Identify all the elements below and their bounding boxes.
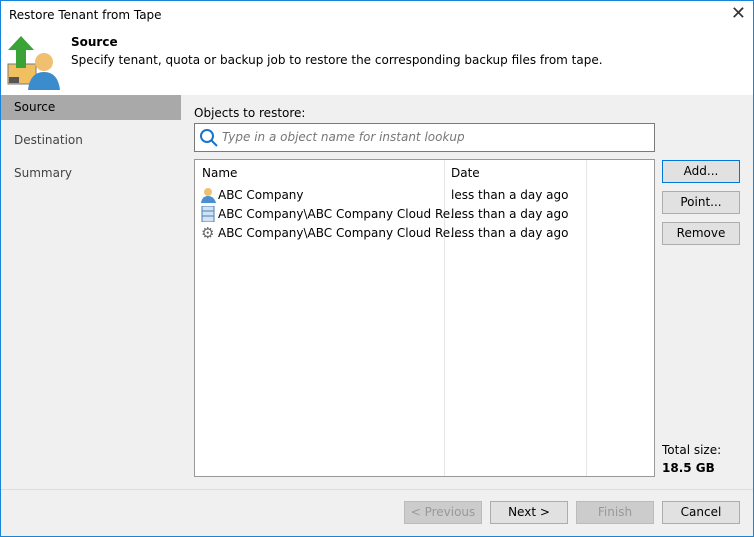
- objects-label: Objects to restore:: [194, 106, 306, 120]
- previous-button[interactable]: < Previous: [404, 501, 482, 524]
- next-button[interactable]: Next >: [490, 501, 568, 524]
- step-destination[interactable]: Destination: [1, 128, 181, 153]
- search-placeholder: Type in a object name for instant lookup: [222, 130, 465, 144]
- window-title: Restore Tenant from Tape: [9, 8, 162, 22]
- tenant-icon: [201, 187, 216, 203]
- table-row[interactable]: ABC Company less than a day ago: [195, 186, 654, 205]
- table-row[interactable]: ⚙ ABC Company\ABC Company Cloud Re... less…: [195, 224, 654, 243]
- column-date[interactable]: Date: [451, 166, 480, 180]
- column-name[interactable]: Name: [202, 166, 237, 180]
- point-button[interactable]: Point...: [662, 191, 740, 214]
- step-source[interactable]: Source: [1, 95, 181, 120]
- table-row[interactable]: ABC Company\ABC Company Cloud Re... less …: [195, 205, 654, 224]
- step-summary[interactable]: Summary: [1, 161, 181, 186]
- cancel-button[interactable]: Cancel: [662, 501, 740, 524]
- gear-icon: ⚙: [201, 224, 215, 242]
- close-icon[interactable]: ✕: [731, 3, 746, 24]
- restore-tenant-icon: [7, 36, 60, 90]
- add-button[interactable]: Add...: [662, 160, 740, 183]
- repository-icon: [201, 205, 216, 223]
- search-icon: [200, 129, 218, 147]
- search-input[interactable]: Type in a object name for instant lookup: [194, 123, 655, 152]
- total-size-label: Total size:: [662, 443, 722, 457]
- remove-button[interactable]: Remove: [662, 222, 740, 245]
- page-title: Source: [71, 35, 118, 49]
- page-description: Specify tenant, quota or backup job to r…: [71, 53, 603, 67]
- wizard-steps: Source Destination Summary: [1, 95, 181, 489]
- objects-list[interactable]: Name Date ABC Company less than a day ago…: [194, 159, 655, 477]
- total-size-value: 18.5 GB: [662, 461, 715, 475]
- finish-button[interactable]: Finish: [576, 501, 654, 524]
